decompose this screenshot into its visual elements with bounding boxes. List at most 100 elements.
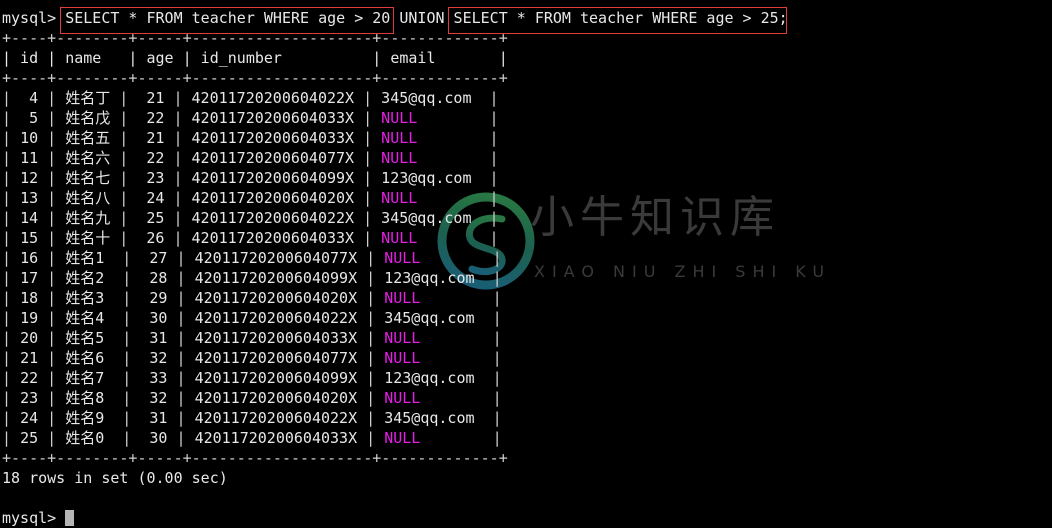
table-row: | 20 | 姓名5 | 31 | 42011720200604033X | N… (2, 328, 788, 348)
cell-divider: | (164, 129, 192, 147)
cell-id: 19 (20, 309, 39, 327)
cell-name: 姓名0 (65, 429, 114, 447)
cell-divider: | (110, 129, 138, 147)
cell-divider: | (38, 129, 66, 147)
cell-email: NULL (384, 349, 421, 367)
cell-divider: | (2, 249, 21, 267)
cell-divider: | (113, 289, 141, 307)
cell-pad (420, 329, 483, 347)
cell-age: 30 (140, 309, 168, 327)
cell-id: 23 (20, 389, 39, 407)
cell-divider: | (164, 149, 192, 167)
cell-id: 10 (20, 129, 39, 147)
table-row: | 21 | 姓名6 | 32 | 42011720200604077X | N… (2, 348, 788, 368)
cell-divider: | (110, 89, 138, 107)
cell-email: NULL (381, 129, 418, 147)
cell-id-number: 42011720200604033X (194, 329, 358, 347)
cell-divider: | (480, 229, 499, 247)
cell-name: 姓名六 (65, 149, 111, 167)
table-border-top: +----+--------+-----+-------------------… (2, 29, 508, 47)
table-header-row: | id | name | age | id_number | email | (2, 49, 508, 67)
cell-divider: | (113, 329, 141, 347)
cell-email: NULL (384, 289, 421, 307)
cell-divider: | (38, 89, 66, 107)
cell-email: 123@qq.com (381, 169, 472, 187)
cell-divider: | (354, 89, 382, 107)
table-row: | 12 | 姓名七 | 23 | 42011720200604099X | 1… (2, 168, 788, 188)
cell-divider: | (38, 109, 66, 127)
cell-divider: | (480, 109, 499, 127)
cell-name: 姓名九 (65, 209, 111, 227)
cell-divider: | (480, 149, 499, 167)
cell-email: 123@qq.com (384, 269, 475, 287)
cell-pad (417, 109, 480, 127)
cell-divider: | (38, 429, 66, 447)
cell-divider: | (2, 129, 21, 147)
cell-divider: | (483, 269, 502, 287)
table-border-header: +----+--------+-----+-------------------… (2, 69, 508, 87)
cell-name: 姓名十 (65, 229, 111, 247)
cell-divider: | (164, 209, 192, 227)
cell-id-number: 42011720200604022X (194, 409, 358, 427)
query-text-first: SELECT * FROM teacher WHERE age > 20 (65, 9, 391, 27)
text-cursor (65, 510, 75, 526)
cell-divider: | (480, 89, 499, 107)
table-row: | 10 | 姓名五 | 21 | 42011720200604033X | N… (2, 128, 788, 148)
cell-age: 32 (140, 389, 168, 407)
cell-age: 31 (140, 409, 168, 427)
cell-pad (471, 89, 480, 107)
final-prompt-line[interactable]: mysql> (2, 508, 788, 528)
cell-id-number: 42011720200604022X (191, 89, 355, 107)
cell-pad (475, 369, 484, 387)
cell-divider: | (357, 429, 385, 447)
cell-age: 22 (137, 149, 165, 167)
cell-divider: | (357, 309, 385, 327)
result-status-line: 18 rows in set (0.00 sec) (2, 469, 228, 487)
cell-pad (420, 349, 483, 367)
cell-age: 27 (140, 249, 168, 267)
cell-id-number: 42011720200604033X (191, 229, 355, 247)
cell-age: 21 (137, 89, 165, 107)
terminal-output: mysql> SELECT * FROM teacher WHERE age >… (2, 8, 788, 528)
cell-name: 姓名1 (65, 249, 114, 267)
cell-name: 姓名丁 (65, 89, 111, 107)
cell-age: 28 (140, 269, 168, 287)
cell-divider: | (110, 209, 138, 227)
cell-id: 15 (20, 229, 39, 247)
cell-divider: | (164, 169, 192, 187)
cell-divider: | (2, 429, 21, 447)
cell-email: NULL (381, 189, 418, 207)
cell-divider: | (357, 269, 385, 287)
cell-email: 123@qq.com (384, 369, 475, 387)
cell-divider: | (164, 189, 192, 207)
final-prompt-label: mysql> (2, 509, 66, 527)
cell-id-number: 42011720200604033X (194, 429, 358, 447)
cell-id: 16 (20, 249, 39, 267)
cell-divider: | (480, 169, 499, 187)
cell-id: 12 (20, 169, 39, 187)
cell-divider: | (38, 249, 66, 267)
table-row: | 24 | 姓名9 | 31 | 42011720200604022X | 3… (2, 408, 788, 428)
cell-id: 21 (20, 349, 39, 367)
cell-divider: | (38, 309, 66, 327)
cell-pad (417, 149, 480, 167)
cell-divider: | (2, 329, 21, 347)
cell-divider: | (38, 389, 66, 407)
cell-id-number: 42011720200604020X (191, 189, 355, 207)
cell-pad (420, 429, 483, 447)
cell-divider: | (357, 249, 385, 267)
cell-divider: | (167, 289, 195, 307)
cell-age: 26 (137, 229, 165, 247)
cell-email: NULL (381, 109, 418, 127)
cell-divider: | (110, 229, 138, 247)
cell-id: 20 (20, 329, 39, 347)
cell-divider: | (357, 329, 385, 347)
cell-divider: | (164, 109, 192, 127)
command-line[interactable]: mysql> SELECT * FROM teacher WHERE age >… (2, 8, 788, 28)
cell-divider: | (110, 109, 138, 127)
table-row: | 18 | 姓名3 | 29 | 42011720200604020X | N… (2, 288, 788, 308)
cell-age: 32 (140, 349, 168, 367)
cell-name: 姓名7 (65, 369, 114, 387)
cell-id: 11 (20, 149, 39, 167)
query-text-second: SELECT * FROM teacher WHERE age > 25; (453, 9, 788, 27)
